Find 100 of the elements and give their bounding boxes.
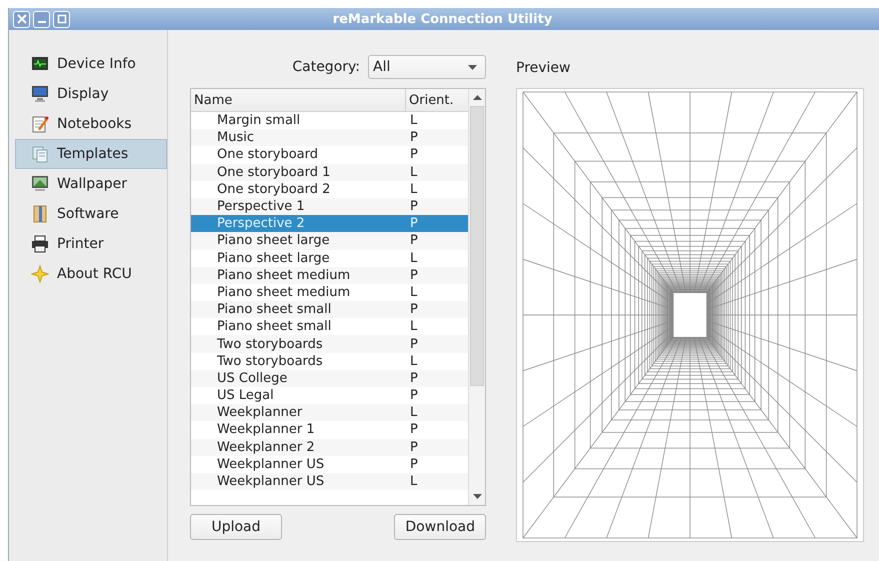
sidebar-item[interactable]: Device Info <box>15 49 167 79</box>
name-cell-text: Margin small <box>216 113 302 128</box>
name-cell-text: One storyboard <box>216 147 320 162</box>
minimize-button[interactable] <box>33 10 50 28</box>
orientation-cell-text: L <box>409 284 418 300</box>
monitor-pulse-icon <box>31 55 49 73</box>
name-cell-text: Piano sheet large <box>216 233 331 248</box>
table-row[interactable]: Two storyboards P <box>191 335 468 353</box>
name-cell-text: US College <box>216 370 288 386</box>
table-row[interactable]: One storyboard 1 L <box>191 164 468 181</box>
name-cell-text: One storyboard 1 <box>216 164 332 180</box>
name-cell-text: Piano sheet small <box>216 302 332 318</box>
table-row[interactable]: Weekplanner US L <box>191 472 468 490</box>
column-header[interactable]: Name <box>191 89 406 111</box>
orientation-cell-text: P <box>409 388 419 404</box>
monitor-icon <box>31 85 49 103</box>
minimize-icon <box>38 21 46 23</box>
name-cell-text: US Legal <box>216 388 275 404</box>
star-icon <box>31 265 49 283</box>
orientation-cell-text: L <box>409 250 418 266</box>
close-icon <box>16 14 26 24</box>
category-label: Category: <box>292 59 360 75</box>
orientation-cell-text: P <box>409 199 419 214</box>
window-title: reMarkable Connection Utility <box>332 12 554 26</box>
name-cell-text: Two storyboards <box>216 354 324 369</box>
name-cell-text: Weekplanner US <box>216 456 326 472</box>
orientation-cell-text: L <box>409 319 418 334</box>
column-header[interactable]: Orient. <box>406 89 468 111</box>
name-cell-text: Two storyboards <box>216 336 324 352</box>
orientation-cell-text: P <box>409 302 419 318</box>
maximize-button[interactable] <box>53 10 70 28</box>
orientation-cell-text: P <box>409 422 419 438</box>
table-row[interactable]: Piano sheet large L <box>191 250 468 267</box>
scroll-up-icon <box>472 95 482 100</box>
dropdown-arrow-icon <box>468 64 477 70</box>
table-row[interactable]: Weekplanner 2 P <box>191 438 468 456</box>
download-button[interactable]: Download <box>394 514 486 540</box>
sidebar-item[interactable]: About RCU <box>15 259 167 289</box>
table-row[interactable]: Piano sheet medium L <box>191 284 468 302</box>
name-cell-text: Perspective 1 <box>216 199 306 214</box>
orientation-cell-text: P <box>409 233 419 248</box>
table-row[interactable]: Piano sheet medium P <box>191 266 468 284</box>
orientation-cell-text: P <box>409 147 419 162</box>
name-cell-text: Weekplanner US <box>216 474 326 490</box>
table-row[interactable]: Weekplanner L <box>191 404 468 422</box>
orientation-cell-text: L <box>409 354 418 369</box>
scrollbar-thumb[interactable] <box>470 106 484 386</box>
table-row[interactable]: Weekplanner US P <box>191 456 468 473</box>
box-icon <box>31 205 49 223</box>
preview-label: Preview <box>516 60 572 78</box>
orientation-cell-text: P <box>409 216 419 232</box>
upload-button[interactable]: Upload <box>190 514 282 540</box>
table-row[interactable]: Margin small L <box>191 112 468 130</box>
sidebar-item[interactable]: Wallpaper <box>15 169 167 199</box>
close-button[interactable] <box>13 10 30 28</box>
sidebar-item[interactable]: Printer <box>15 229 167 259</box>
pages-icon <box>31 145 49 163</box>
table-row[interactable]: Two storyboards L <box>191 352 468 370</box>
category-dropdown[interactable]: All <box>368 55 486 79</box>
name-cell-text: Piano sheet large <box>216 250 331 266</box>
sidebar-item[interactable]: Templates <box>15 139 167 169</box>
name-cell-text: Weekplanner <box>216 405 304 420</box>
orientation-cell-text: P <box>409 130 419 146</box>
sidebar-item[interactable]: Display <box>15 79 167 109</box>
notepad-icon <box>31 115 49 133</box>
name-cell-text: One storyboard 2 <box>216 182 332 197</box>
wallpaper-icon <box>31 175 49 193</box>
name-cell-text: Weekplanner 2 <box>216 440 316 455</box>
name-cell-text: Weekplanner 1 <box>216 422 316 438</box>
table-row[interactable]: One storyboard 2 L <box>191 180 468 198</box>
name-cell-text: Music <box>216 130 255 146</box>
maximize-icon <box>56 14 66 24</box>
table-row[interactable]: One storyboard P <box>191 146 468 164</box>
table-row[interactable]: Perspective 1 P <box>191 198 468 216</box>
table-row[interactable]: Weekplanner 1 P <box>191 421 468 439</box>
name-cell-text: Piano sheet medium <box>216 268 352 283</box>
table-row[interactable]: Piano sheet large P <box>191 232 468 250</box>
orientation-cell-text: P <box>409 440 419 455</box>
scroll-down-icon <box>472 494 482 499</box>
printer-icon <box>31 235 49 253</box>
table-row[interactable]: Piano sheet small P <box>191 301 468 318</box>
sidebar-item[interactable]: Software <box>15 199 167 229</box>
orientation-cell-text: L <box>409 113 418 128</box>
orientation-cell-text: P <box>409 336 419 352</box>
name-cell-text: Piano sheet medium <box>216 284 352 300</box>
orientation-cell-text: L <box>409 474 418 490</box>
table-row[interactable]: Music P <box>191 129 468 146</box>
sidebar-item[interactable]: Notebooks <box>15 109 167 139</box>
table-row[interactable]: US Legal P <box>191 387 468 404</box>
table-row[interactable]: Piano sheet small L <box>191 318 468 336</box>
scrollbar[interactable] <box>468 89 485 505</box>
name-cell-text: Piano sheet small <box>216 319 332 334</box>
orientation-cell-text: P <box>409 456 419 472</box>
orientation-cell-text: L <box>409 164 418 180</box>
orientation-cell-text: L <box>409 182 418 197</box>
orientation-cell-text: P <box>409 370 419 386</box>
orientation-cell-text: P <box>409 268 419 283</box>
name-cell-text: Perspective 2 <box>216 216 306 232</box>
table-row[interactable]: US College P <box>191 370 468 387</box>
orientation-cell-text: L <box>409 405 418 420</box>
